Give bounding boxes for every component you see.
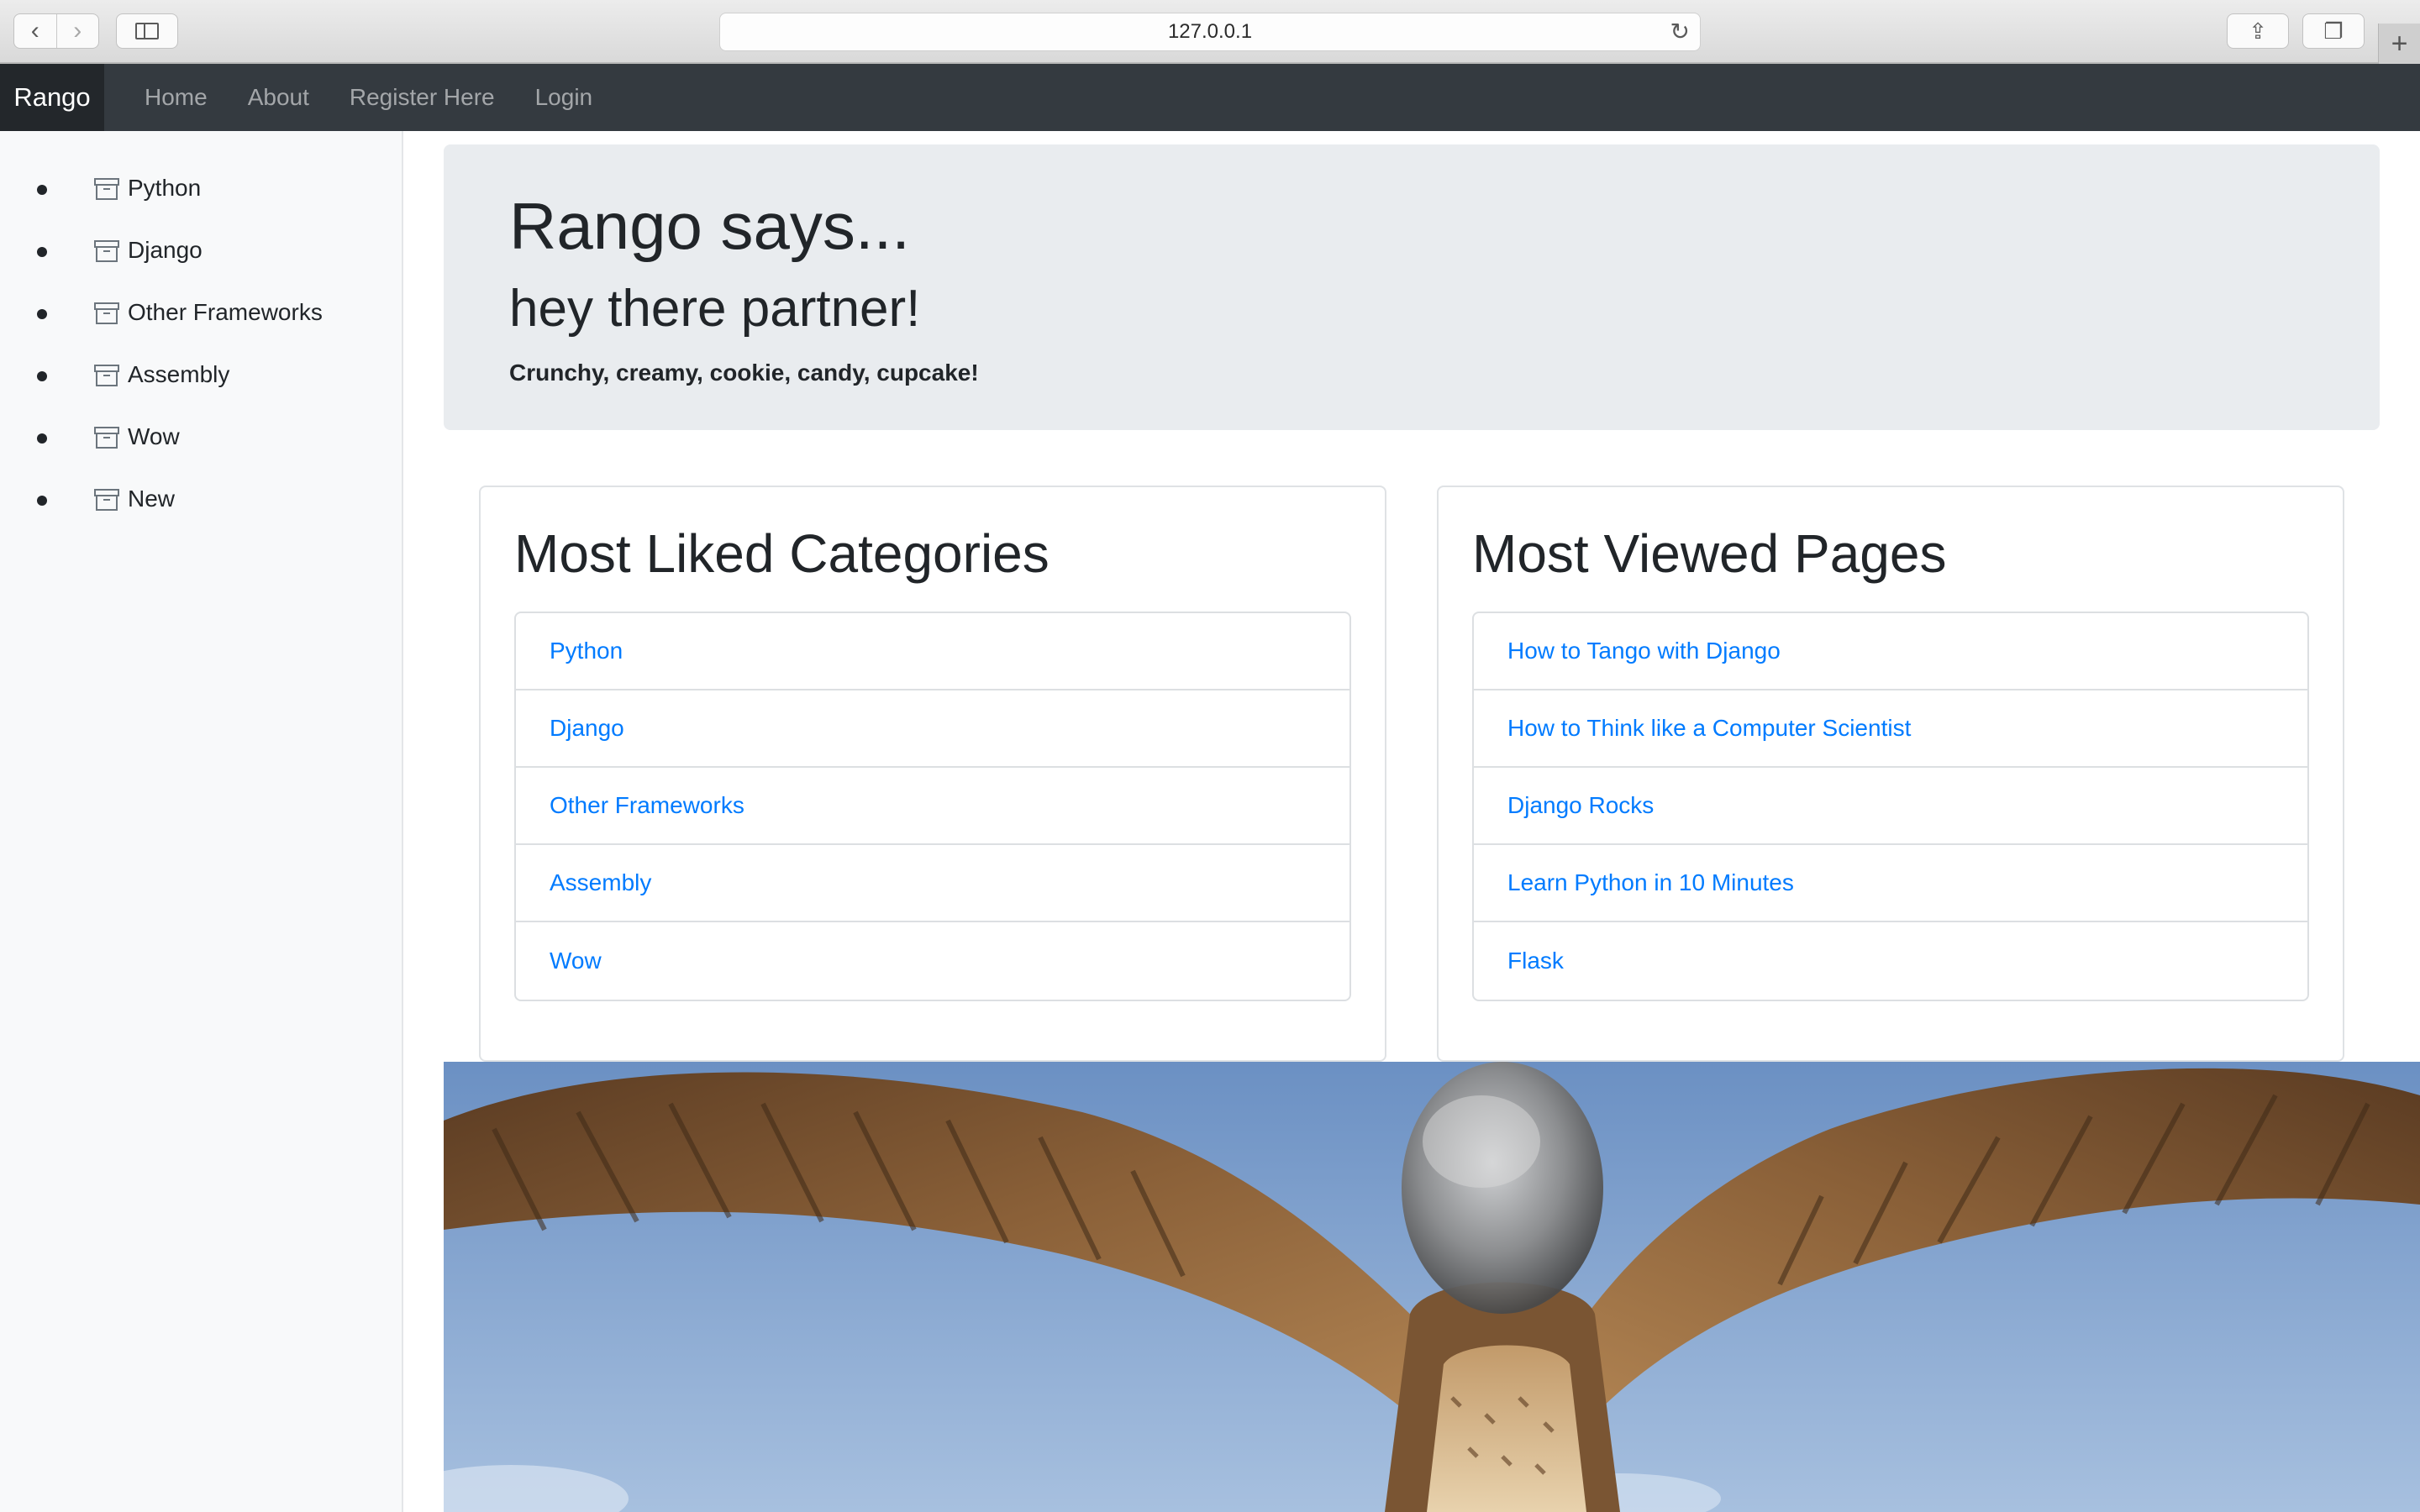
- list-item[interactable]: Django: [516, 690, 1349, 768]
- brand-link[interactable]: Rango: [0, 64, 104, 131]
- viewed-pages-list: How to Tango with Django How to Think li…: [1472, 612, 2309, 1001]
- sidebar-item-label: Other Frameworks: [128, 299, 323, 325]
- chevron-right-icon: ›: [73, 17, 82, 45]
- jumbotron: Rango says... hey there partner! Crunchy…: [444, 144, 2380, 430]
- plus-icon: +: [2391, 27, 2408, 60]
- reload-icon[interactable]: ↻: [1670, 20, 1690, 44]
- eagle-illustration: [444, 1062, 2420, 1512]
- browser-toolbar: ‹ › 127.0.0.1 ↻ ⇪ ❐ +: [0, 0, 2420, 64]
- archive-icon: [94, 489, 119, 511]
- most-viewed-pages-card: Most Viewed Pages How to Tango with Djan…: [1437, 486, 2344, 1062]
- page-subtitle: hey there partner!: [509, 280, 921, 338]
- hero-image: [444, 1062, 2420, 1512]
- sidebar-item-label: New: [128, 486, 176, 512]
- bullet: [37, 309, 47, 319]
- sidebar-item-label: Python: [128, 175, 202, 201]
- card-title: Most Viewed Pages: [1472, 523, 1947, 584]
- most-liked-categories-card: Most Liked Categories Python Django Othe…: [479, 486, 1386, 1062]
- archive-icon: [94, 240, 119, 262]
- address-bar[interactable]: 127.0.0.1 ↻: [719, 13, 1701, 51]
- site-navbar: Rango Home About Register Here Login: [0, 64, 2420, 131]
- sidebar-item-assembly[interactable]: Assembly: [0, 360, 387, 393]
- sidebar-item-django[interactable]: Django: [0, 235, 387, 269]
- sidebar-item-label: Wow: [128, 423, 180, 449]
- chevron-left-icon: ‹: [30, 17, 39, 45]
- sidebar-item-python[interactable]: Python: [0, 173, 387, 207]
- bullet: [37, 433, 47, 444]
- nav-link-login[interactable]: Login: [535, 84, 593, 111]
- nav-links: Home About Register Here Login: [131, 64, 619, 131]
- archive-icon: [94, 427, 119, 449]
- new-tab-button[interactable]: +: [2378, 24, 2420, 64]
- list-item[interactable]: Django Rocks: [1474, 768, 2307, 845]
- bullet: [37, 185, 47, 195]
- archive-icon: [94, 302, 119, 324]
- nav-link-register[interactable]: Register Here: [350, 84, 495, 111]
- list-item[interactable]: Python: [516, 613, 1349, 690]
- list-item[interactable]: Wow: [516, 922, 1349, 1000]
- back-button[interactable]: ‹: [14, 14, 56, 48]
- sidebar-item-other-frameworks[interactable]: Other Frameworks: [0, 297, 387, 331]
- archive-icon: [94, 365, 119, 386]
- nav-link-about[interactable]: About: [248, 84, 309, 111]
- sidebar-item-wow[interactable]: Wow: [0, 422, 387, 455]
- nav-link-home[interactable]: Home: [145, 84, 208, 111]
- sidebar-item-new[interactable]: New: [0, 484, 387, 517]
- liked-categories-list: Python Django Other Frameworks Assembly …: [514, 612, 1351, 1001]
- list-item[interactable]: Other Frameworks: [516, 768, 1349, 845]
- bullet: [37, 371, 47, 381]
- sidebar-toggle-button[interactable]: [116, 13, 178, 49]
- archive-icon: [94, 178, 119, 200]
- category-sidebar: Python Django Other Frameworks Assembly …: [0, 131, 403, 1512]
- bullet: [37, 496, 47, 506]
- bullet: [37, 247, 47, 257]
- tagline: Crunchy, creamy, cookie, candy, cupcake!: [509, 360, 979, 386]
- page-title: Rango says...: [509, 189, 910, 263]
- sidebar-item-label: Assembly: [128, 361, 230, 387]
- list-item[interactable]: Flask: [1474, 922, 2307, 1000]
- list-item[interactable]: How to Think like a Computer Scientist: [1474, 690, 2307, 768]
- url-text: 127.0.0.1: [1167, 20, 1253, 43]
- history-nav: ‹ ›: [13, 13, 99, 49]
- list-item[interactable]: Assembly: [516, 845, 1349, 922]
- share-icon: ⇪: [2249, 18, 2267, 44]
- sidebar-item-label: Django: [128, 237, 203, 263]
- card-title: Most Liked Categories: [514, 523, 1050, 584]
- share-button[interactable]: ⇪: [2227, 13, 2289, 49]
- sidebar-icon: [135, 23, 159, 39]
- show-tabs-button[interactable]: ❐: [2302, 13, 2365, 49]
- list-item[interactable]: How to Tango with Django: [1474, 613, 2307, 690]
- tabs-icon: ❐: [2323, 18, 2344, 44]
- forward-button[interactable]: ›: [55, 14, 99, 48]
- list-item[interactable]: Learn Python in 10 Minutes: [1474, 845, 2307, 922]
